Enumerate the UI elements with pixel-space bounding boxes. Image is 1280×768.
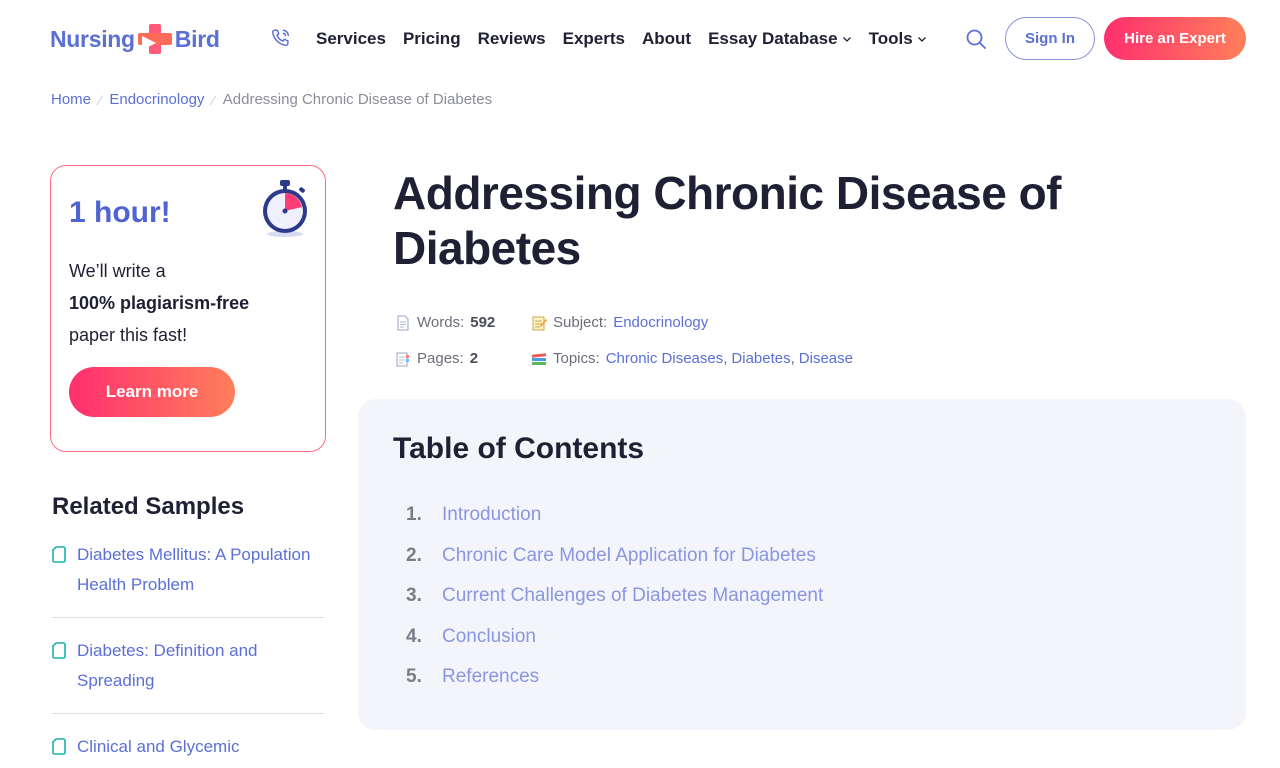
toc-list: 1. Introduction 2. Chronic Care Model Appl… [406,495,823,698]
search-icon[interactable] [964,27,988,51]
subject-link[interactable]: Endocrinology [613,314,708,331]
breadcrumb: Home ⁄ Endocrinology ⁄ Addressing Chroni… [51,91,492,108]
toc-item: 1. Introduction [406,504,542,526]
page-title: Addressing Chronic Disease of Diabetes [393,167,1062,274]
related-item[interactable]: Diabetes Mellitus: A Population Health P… [52,540,324,600]
promo-card: 1 hour! We’ll write a 100% plagiarism-fr… [50,165,326,452]
related-item[interactable]: Diabetes: Definition and Spreading [52,636,324,696]
learn-more-button[interactable]: Learn more [69,367,235,417]
site-header: Nursing Bird Services Pricing Reviews Ex… [0,0,1280,78]
document-icon [52,546,66,563]
document-icon [52,738,66,755]
nav-pricing[interactable]: Pricing [403,29,461,49]
toc-item: 5. References [406,666,540,688]
sign-in-button[interactable]: Sign In [1005,17,1095,60]
related-samples-list: Diabetes Mellitus: A Population Health P… [52,540,324,762]
logo-text-right: Bird [174,25,220,52]
logo-text-left: Nursing [50,25,135,52]
memo-icon [532,316,547,330]
document-icon [397,315,409,330]
logo-cross-icon [137,24,172,54]
breadcrumb-home[interactable]: Home [51,91,91,108]
toc-link-references[interactable]: References [442,666,539,688]
toc-item: 2. Chronic Care Model Application for Dia… [406,544,816,567]
promo-text: We’ll write a 100% plagiarism-free paper… [69,261,250,345]
related-item[interactable]: Clinical and Glycemic [52,732,324,762]
topic-link[interactable]: Diabetes [731,350,790,367]
chevron-down-icon [917,37,926,42]
divider [52,617,324,618]
main-nav: Services Pricing Reviews Experts About E… [316,27,944,51]
site-logo[interactable]: Nursing Bird [50,22,220,56]
related-samples-title: Related Samples [52,493,245,520]
toc-link-introduction[interactable]: Introduction [442,504,541,526]
nav-reviews[interactable]: Reviews [478,29,546,49]
nav-experts[interactable]: Experts [563,29,625,49]
toc-link-chronic-care-model[interactable]: Chronic Care Model Application for Diabe… [442,545,816,567]
topic-link[interactable]: Chronic Diseases [606,350,724,367]
toc-item: 3. Current Challenges of Diabetes Managem… [406,585,824,607]
chevron-down-icon [842,37,851,42]
topic-link[interactable]: Disease [799,350,853,367]
breadcrumb-current: Addressing Chronic Disease of Diabetes [222,91,493,108]
stopwatch-icon [263,180,307,237]
document-icon [52,642,66,659]
nav-services[interactable]: Services [316,29,386,49]
nav-tools[interactable]: Tools [869,29,927,49]
breadcrumb-category[interactable]: Endocrinology [109,91,204,108]
meta-words: Words: 592 [395,314,495,331]
meta-topics: Topics: Chronic Diseases, Diabetes, Dise… [531,350,853,367]
hire-expert-button[interactable]: Hire an Expert [1104,17,1246,60]
table-of-contents: Table of Contents 1. Introduction 2. Chron… [358,399,1246,730]
toc-link-current-challenges[interactable]: Current Challenges of Diabetes Managemen… [442,585,823,607]
breadcrumb-separator: ⁄ [99,91,102,108]
nav-about[interactable]: About [642,29,691,49]
meta-pages: Pages: 2 [395,350,478,367]
meta-subject: Subject: Endocrinology [531,314,708,331]
divider [52,713,324,714]
phone-icon[interactable] [270,27,292,49]
books-icon [531,352,547,365]
nav-essay-database[interactable]: Essay Database [708,29,851,49]
toc-link-conclusion[interactable]: Conclusion [442,626,536,648]
promo-title: 1 hour! [69,196,171,229]
toc-title: Table of Contents [393,432,645,465]
breadcrumb-separator: ⁄ [212,91,215,108]
toc-item: 4. Conclusion [406,625,536,648]
bookmark-tabs-icon [396,352,409,366]
